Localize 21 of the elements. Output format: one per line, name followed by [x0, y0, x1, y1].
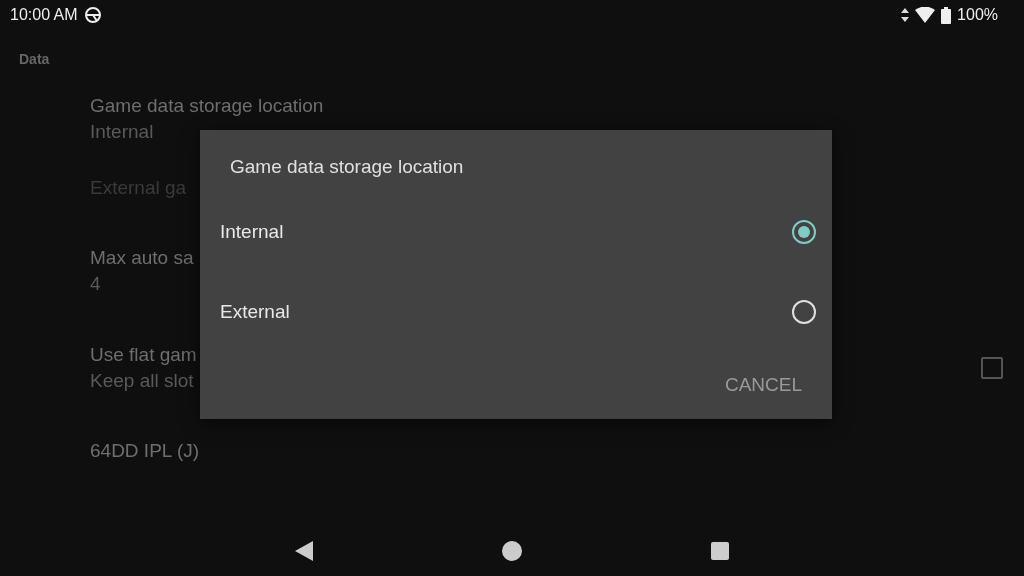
setting-title: Max auto sa — [90, 247, 194, 269]
radio-option[interactable]: External — [200, 272, 832, 352]
checkbox[interactable] — [981, 356, 1003, 379]
data-arrows-icon — [901, 8, 910, 22]
battery-percent: 100% — [957, 6, 998, 24]
back-icon[interactable] — [294, 541, 313, 561]
setting-summary: Keep all slot — [90, 369, 195, 392]
section-header: Data — [18, 50, 51, 69]
setting-title: Use flat gam — [90, 343, 197, 366]
clock-time: 10:00 AM — [10, 6, 78, 24]
radio-option[interactable]: Internal — [200, 192, 832, 272]
wifi-icon — [915, 7, 936, 23]
dialog-title: Game data storage location — [229, 155, 465, 179]
home-icon[interactable] — [502, 541, 522, 561]
setting-summary: 4 — [90, 273, 102, 295]
battery-icon — [941, 6, 952, 24]
setting-title: 64DD IPL (J) — [90, 440, 200, 462]
cancel-button[interactable]: CANCEL — [724, 370, 802, 400]
recents-icon[interactable] — [711, 542, 730, 560]
setting-title: Game data storage location — [90, 95, 324, 117]
setting-summary: Internal — [90, 121, 155, 143]
